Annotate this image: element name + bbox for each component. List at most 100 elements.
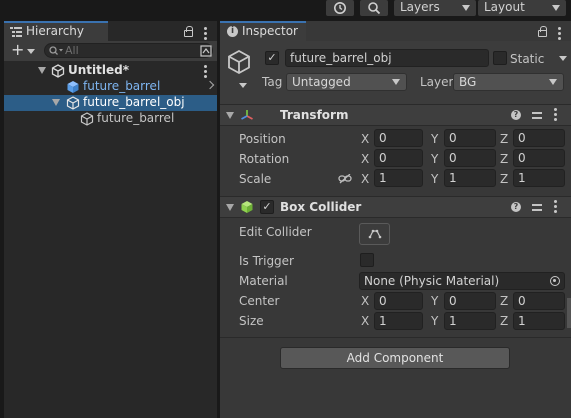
lock-icon[interactable]: [184, 26, 193, 37]
transform-title: Transform: [280, 108, 349, 122]
presets-icon[interactable]: [532, 202, 542, 212]
chevron-right-icon[interactable]: [205, 80, 215, 90]
edit-collider-button[interactable]: [359, 223, 390, 245]
tree-row-future-barrel-obj[interactable]: future_barrel_obj: [4, 95, 217, 111]
scale-x-field[interactable]: 1: [374, 169, 423, 187]
transform-icon: [241, 110, 253, 120]
y-axis-label[interactable]: Y: [431, 151, 438, 167]
chevron-down-icon[interactable]: [239, 83, 247, 88]
size-y-field[interactable]: 1: [444, 312, 496, 330]
rotation-z-field[interactable]: 0: [513, 149, 565, 167]
x-axis-label[interactable]: X: [361, 131, 369, 147]
is-trigger-label: Is Trigger: [239, 254, 294, 268]
z-axis-label[interactable]: Z: [500, 313, 508, 329]
layers-dropdown[interactable]: Layers: [394, 0, 476, 16]
tree-item-label: future_barrel: [97, 111, 175, 125]
static-checkbox[interactable]: [493, 51, 507, 65]
static-label: Static: [510, 52, 545, 66]
z-axis-label[interactable]: Z: [500, 151, 508, 167]
y-axis-label[interactable]: Y: [431, 313, 438, 329]
y-axis-label[interactable]: Y: [431, 293, 438, 309]
history-button[interactable]: [326, 0, 354, 16]
scrollbar[interactable]: [567, 298, 571, 328]
field-value: 1: [449, 171, 457, 185]
layer-value: BG: [459, 75, 477, 89]
tab-inspector[interactable]: i Inspector: [220, 21, 306, 41]
y-axis-label[interactable]: Y: [431, 131, 438, 147]
box-collider-enabled-checkbox[interactable]: ✓: [260, 200, 274, 214]
center-y-field[interactable]: 0: [444, 292, 496, 310]
z-axis-label[interactable]: Z: [500, 171, 508, 187]
object-name-field[interactable]: future_barrel_obj: [285, 49, 489, 67]
y-axis-label[interactable]: Y: [431, 171, 438, 187]
add-component-button[interactable]: Add Component: [280, 347, 510, 369]
box-collider-title: Box Collider: [280, 200, 362, 214]
help-icon[interactable]: ?: [511, 202, 521, 212]
scale-label: Scale: [239, 172, 272, 186]
is-trigger-checkbox[interactable]: [360, 253, 374, 267]
position-x-field[interactable]: 0: [374, 129, 423, 147]
layer-dropdown[interactable]: BG: [453, 73, 564, 91]
x-axis-label[interactable]: X: [361, 151, 369, 167]
transform-header[interactable]: Transform ?: [220, 104, 571, 126]
chevron-down-icon[interactable]: [559, 56, 567, 61]
box-collider-header[interactable]: ✓ Box Collider ?: [220, 196, 571, 218]
tag-dropdown[interactable]: Untagged: [286, 73, 407, 91]
position-y-field[interactable]: 0: [444, 129, 496, 147]
scale-z-field[interactable]: 1: [513, 169, 565, 187]
x-axis-label[interactable]: X: [361, 313, 369, 329]
component-options-icon[interactable]: [554, 108, 557, 123]
tree-row-future-barrel-child[interactable]: future_barrel: [4, 111, 217, 127]
scale-y-field[interactable]: 1: [444, 169, 496, 187]
search-button[interactable]: [360, 0, 388, 16]
fold-arrow-icon[interactable]: [226, 204, 234, 211]
edit-collider-icon: [368, 229, 382, 239]
layout-dropdown[interactable]: Layout: [478, 0, 566, 16]
help-icon[interactable]: ?: [511, 110, 521, 120]
tree-row-future-barrel-prefab[interactable]: future_barrel: [4, 79, 217, 95]
hierarchy-search-input[interactable]: All: [44, 43, 213, 58]
history-icon: [334, 2, 346, 14]
size-label: Size: [239, 314, 264, 328]
scene-visibility-icon[interactable]: [200, 45, 212, 57]
z-axis-label[interactable]: Z: [500, 131, 508, 147]
create-button[interactable]: +: [9, 42, 39, 59]
z-axis-label[interactable]: Z: [500, 293, 508, 309]
field-value: 0: [379, 294, 387, 308]
tag-label: Tag: [262, 75, 283, 89]
field-value: 0: [379, 131, 387, 145]
tree-row-scene[interactable]: Untitled*: [4, 63, 217, 79]
size-x-field[interactable]: 1: [374, 312, 423, 330]
field-value: 0: [518, 294, 526, 308]
x-axis-label[interactable]: X: [361, 171, 369, 187]
more-options-icon[interactable]: [558, 27, 561, 42]
field-value: 0: [518, 151, 526, 165]
active-checkbox[interactable]: ✓: [265, 51, 279, 65]
position-z-field[interactable]: 0: [513, 129, 565, 147]
link-scale-icon[interactable]: [338, 174, 352, 184]
field-value: 1: [379, 314, 387, 328]
scene-options-icon[interactable]: [204, 65, 207, 80]
layout-label: Layout: [484, 0, 525, 14]
more-options-icon[interactable]: [204, 27, 207, 42]
rotation-x-field[interactable]: 0: [374, 149, 423, 167]
fold-arrow-icon[interactable]: [38, 67, 46, 74]
size-z-field[interactable]: 1: [513, 312, 565, 330]
component-options-icon[interactable]: [554, 200, 557, 215]
tab-hierarchy[interactable]: Hierarchy: [4, 21, 108, 41]
chevron-down-icon: [549, 79, 557, 85]
object-picker-icon[interactable]: [550, 276, 560, 286]
center-z-field[interactable]: 0: [513, 292, 565, 310]
search-icon: [368, 2, 381, 15]
presets-icon[interactable]: [532, 110, 542, 120]
inspector-panel: i Inspector ✓ future_barrel_obj Static T…: [220, 21, 571, 418]
rotation-y-field[interactable]: 0: [444, 149, 496, 167]
fold-arrow-icon[interactable]: [226, 112, 234, 119]
material-field[interactable]: None (Physic Material): [359, 272, 565, 290]
x-axis-label[interactable]: X: [361, 293, 369, 309]
center-x-field[interactable]: 0: [374, 292, 423, 310]
fold-arrow-icon[interactable]: [52, 99, 60, 106]
gameobject-large-icon: [228, 49, 250, 75]
info-icon: i: [227, 26, 238, 37]
lock-icon[interactable]: [538, 26, 547, 37]
